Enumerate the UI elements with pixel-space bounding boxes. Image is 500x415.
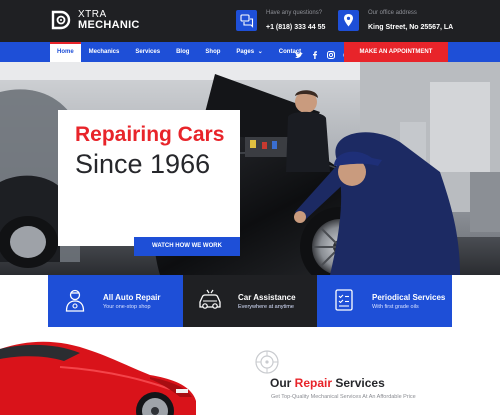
contact-phone-value[interactable]: +1 (818) 333 44 55 [266,22,325,33]
feature-subtitle: Your one-stop shop [103,304,151,310]
nav-mechanics[interactable]: Mechanics [81,42,128,62]
hero-headline-card: Repairing Cars Since 1966 WATCH HOW WE W… [58,110,240,256]
services-section: Our Repair Services Get Top-Quality Mech… [0,327,500,415]
chevron-down-icon: ⌄ [257,49,263,55]
hero-title-line1: Repairing Cars [75,123,225,146]
hero-title-line2: Since 1966 [75,149,211,179]
feature-title: All Auto Repair [103,293,161,302]
feature-all-auto-repair[interactable]: All Auto Repair Your one-stop shop [48,275,183,327]
twitter-icon[interactable] [294,47,304,58]
logo-gear-icon [50,8,74,32]
top-bar: XTRA MECHANIC Have any questions? +1 (81… [0,0,500,42]
contact-phone-label: Have any questions? [266,10,323,16]
contact-phone: Have any questions? +1 (818) 333 44 55 [236,8,325,33]
red-sports-car-image [0,341,196,415]
mechanic-icon [62,287,88,313]
contact-address-label: Our office address [368,10,417,16]
watch-how-we-work-button[interactable]: WATCH HOW WE WORK [134,237,240,256]
page: XTRA MECHANIC Have any questions? +1 (81… [0,0,500,415]
checklist-icon [331,287,357,313]
logo[interactable]: XTRA MECHANIC [50,8,140,32]
nav-blog[interactable]: Blog [168,42,197,62]
nav-pages[interactable]: Pages ⌄ [228,42,270,62]
nav-services[interactable]: Services [127,42,168,62]
feature-car-assistance[interactable]: Car Assistance Everywhere at anytime [183,275,317,327]
feature-title: Periodical Services [372,293,446,302]
services-heading-prefix: Our [270,376,295,390]
main-nav: Home Mechanics Services Blog Shop Pages … [0,42,500,62]
services-subtitle: Get Top-Quality Mechanical Services At A… [271,394,416,400]
feature-subtitle: With first grade oils [372,304,419,310]
location-pin-icon [338,10,359,31]
nav-pages-label: Pages [236,49,255,55]
feature-periodical-services[interactable]: Periodical Services With first grade oil… [317,275,452,327]
wheel-icon [254,349,280,375]
car-service-icon [197,287,223,313]
hero-banner: Repairing Cars Since 1966 WATCH HOW WE W… [0,62,500,275]
services-heading: Our Repair Services [270,376,385,390]
contact-address: Our office address King Street, No 25567… [338,8,453,33]
feature-title: Car Assistance [238,293,296,302]
make-appointment-button[interactable]: MAKE AN APPOINTMENT [344,42,448,62]
nav-home[interactable]: Home [50,42,81,62]
nav-shop[interactable]: Shop [197,42,228,62]
chat-icon [236,10,257,31]
logo-line2: MECHANIC [78,19,140,31]
feature-subtitle: Everywhere at anytime [238,304,294,310]
services-heading-accent: Repair [294,376,333,390]
feature-boxes: All Auto Repair Your one-stop shop Car A… [48,275,452,327]
facebook-icon[interactable] [310,47,320,59]
instagram-icon[interactable] [326,47,336,59]
services-heading-suffix: Services [332,376,385,390]
contact-address-value: King Street, No 25567, LA [368,24,454,31]
